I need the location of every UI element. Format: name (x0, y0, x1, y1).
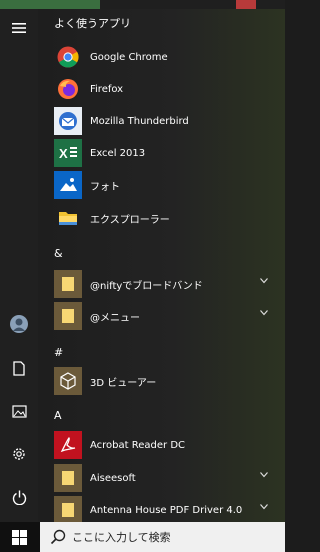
app-item-3d-viewer[interactable]: 3D ビューアー (54, 366, 285, 396)
app-label: @メニュー (90, 312, 140, 324)
app-item-acrobat-reader[interactable]: Acrobat Reader DC (54, 430, 285, 460)
app-item-thunderbird[interactable]: Mozilla Thunderbird (54, 106, 285, 136)
settings-button[interactable] (0, 438, 38, 470)
chevron-down-icon[interactable] (260, 504, 268, 510)
gear-icon (13, 448, 25, 460)
avatar-icon (10, 315, 28, 333)
app-label: フォト (90, 181, 120, 193)
document-icon (13, 360, 25, 376)
firefox-icon (54, 75, 82, 103)
app-item-file-explorer[interactable]: エクスプローラー (54, 203, 285, 233)
app-label: Mozilla Thunderbird (90, 115, 189, 127)
folder-icon (54, 270, 82, 298)
app-item-google-chrome[interactable]: Google Chrome (54, 42, 285, 72)
app-label: Acrobat Reader DC (90, 439, 185, 451)
window-top-strip (0, 0, 285, 9)
hamburger-icon (12, 23, 26, 33)
power-icon (12, 490, 26, 505)
app-item-photos[interactable]: フォト (54, 170, 285, 200)
acrobat-icon (54, 431, 82, 459)
app-label: Aiseesoft (90, 472, 136, 484)
app-item-aiseesoft[interactable]: Aiseesoft (54, 463, 285, 493)
app-label: Excel 2013 (90, 147, 146, 159)
photos-icon (54, 171, 82, 199)
app-item-nifty-broadband[interactable]: @niftyでブロードバンド (54, 269, 285, 299)
search-icon (50, 529, 66, 545)
app-label: Google Chrome (90, 51, 168, 63)
top-strip-red (236, 0, 256, 9)
pictures-button[interactable] (0, 395, 38, 427)
3d-viewer-icon (54, 367, 82, 395)
chevron-down-icon[interactable] (260, 472, 268, 478)
chrome-icon (54, 43, 82, 71)
svg-text:X: X (59, 146, 68, 161)
app-label: @niftyでブロードバンド (90, 280, 203, 292)
folder-icon (54, 464, 82, 492)
top-strip-green (0, 0, 100, 9)
power-button[interactable] (0, 481, 38, 513)
section-hash: # (54, 346, 64, 359)
user-account-button[interactable] (0, 308, 38, 340)
thunderbird-icon (54, 107, 82, 135)
windows-logo-icon (11, 529, 27, 545)
file-explorer-icon (54, 204, 82, 232)
app-item-menu[interactable]: @メニュー (54, 301, 285, 331)
hamburger-menu-button[interactable] (0, 12, 38, 44)
app-label: Firefox (90, 83, 124, 95)
chevron-down-icon[interactable] (260, 278, 268, 284)
chevron-down-icon[interactable] (260, 310, 268, 316)
folder-icon (54, 302, 82, 330)
folder-icon (54, 496, 82, 524)
section-a: A (54, 409, 62, 422)
app-item-antenna-house[interactable]: Antenna House PDF Driver 4.0 (54, 495, 285, 525)
documents-button[interactable] (0, 352, 38, 384)
pictures-icon (11, 404, 27, 418)
start-left-rail (0, 9, 38, 522)
start-button[interactable] (0, 522, 38, 552)
search-placeholder: ここに入力して検索 (72, 531, 171, 544)
excel-icon: X (54, 139, 82, 167)
section-ampersand: & (54, 247, 63, 260)
app-label: エクスプローラー (90, 214, 170, 226)
taskbar-search-box[interactable]: ここに入力して検索 (40, 522, 285, 552)
app-label: Antenna House PDF Driver 4.0 (90, 504, 243, 516)
taskbar: ここに入力して検索 (0, 522, 285, 552)
app-item-excel-2013[interactable]: X Excel 2013 (54, 138, 285, 168)
app-label: 3D ビューアー (90, 377, 157, 389)
section-frequent-apps: よく使うアプリ (54, 17, 131, 30)
app-item-firefox[interactable]: Firefox (54, 74, 285, 104)
